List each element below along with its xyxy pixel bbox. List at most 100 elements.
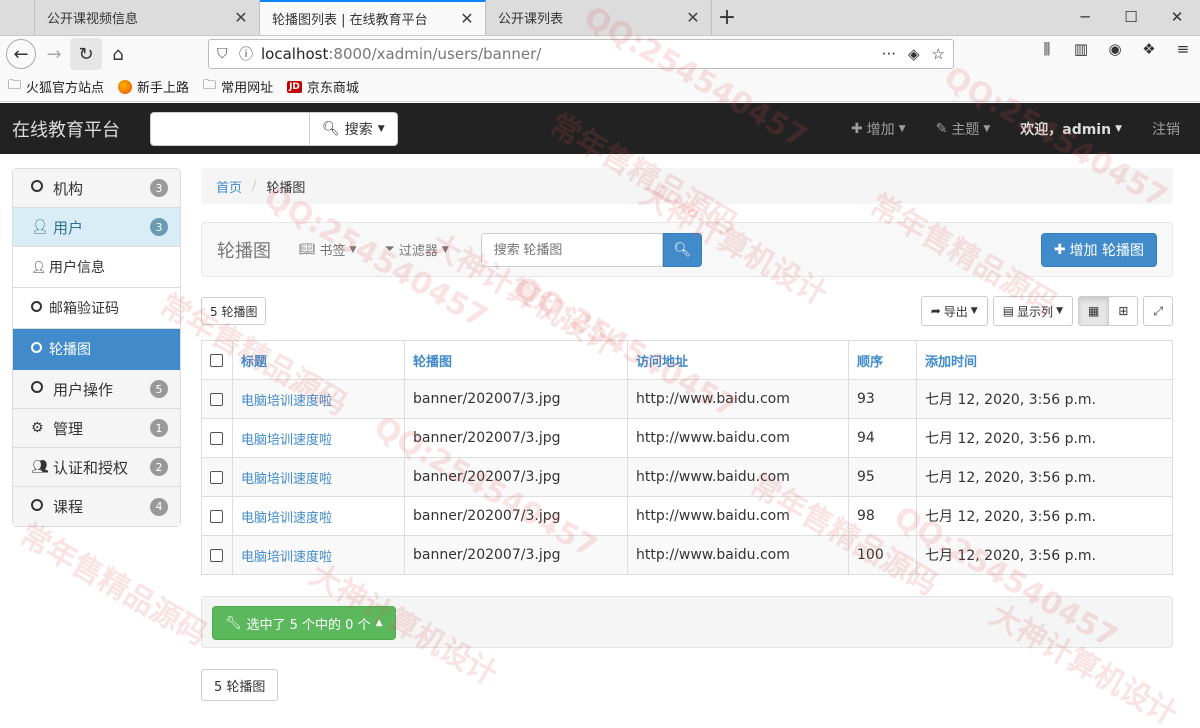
more-actions-icon[interactable]: ··· <box>882 45 896 63</box>
banner-index-cell: 95 <box>848 457 917 497</box>
banner-added-cell: 七月 12, 2020, 3:56 p.m. <box>916 535 1173 575</box>
bookmark-firefox-site[interactable]: 🗀 火狐官方站点 <box>8 76 104 98</box>
new-tab-plus-icon[interactable]: + <box>712 0 742 35</box>
bookmark-common-sites[interactable]: 🗀 常用网址 <box>203 76 273 98</box>
sidebar-item-users[interactable]: 👤︎ 用户 3 <box>13 208 180 247</box>
close-window-icon[interactable]: ✕ <box>1154 0 1200 34</box>
export-button[interactable]: ➦ 导出 ▼ <box>920 296 988 326</box>
browser-tab[interactable]: 公开课视频信息 ✕ <box>34 0 260 35</box>
close-icon[interactable]: ✕ <box>233 8 249 27</box>
sidebar-item-organization[interactable]: 机构 3 <box>13 169 180 208</box>
banner-title-link[interactable]: 电脑培训速度啦 <box>232 535 405 575</box>
sidebar-item-banner[interactable]: 轮播图 <box>13 329 180 370</box>
list-alt-icon: ▤ <box>1002 304 1015 318</box>
bookmarks-dropdown[interactable]: 📖︎ 书签 ▼ <box>299 240 356 259</box>
browser-tab-active[interactable]: 轮播图列表 | 在线教育平台 ✕ <box>260 0 486 35</box>
star-bookmark-icon[interactable]: ☆ <box>932 45 945 63</box>
columns-label: 显示列 <box>1017 304 1054 319</box>
user-icon: 👤︎ <box>31 260 47 274</box>
sidebar-item-admin[interactable]: ⚙ 管理 1 <box>13 409 180 448</box>
brand-title[interactable]: 在线教育平台 <box>0 116 150 142</box>
bookmark-jd[interactable]: JD 京东商城 <box>287 77 359 96</box>
list-search-input[interactable] <box>480 232 663 267</box>
fullscreen-icon[interactable]: ⤢ <box>1143 296 1173 326</box>
bulk-actions-button[interactable]: 🔧︎ 选中了 5 个中的 0 个 ▲ <box>212 606 396 640</box>
tab-title: 公开课列表 <box>498 12 564 27</box>
minimize-icon[interactable]: ─ <box>1062 0 1108 34</box>
sidebar-item-email-verify[interactable]: 邮箱验证码 <box>13 288 180 329</box>
select-all-checkbox[interactable] <box>210 353 223 367</box>
sidebar-item-user-actions[interactable]: 用户操作 5 <box>13 370 180 409</box>
reload-icon[interactable]: ↻ <box>70 38 102 70</box>
theme-menu[interactable]: ✎ 主题 ▼ <box>936 119 991 139</box>
filters-dropdown[interactable]: ⏷ 过滤器 ▼ <box>384 240 448 259</box>
back-arrow-icon[interactable]: ← <box>6 39 36 69</box>
home-icon[interactable]: ⌂ <box>102 38 134 70</box>
layout-toggle: ▦ ⊞ <box>1077 296 1139 326</box>
column-header[interactable]: 添加时间 <box>916 340 1173 380</box>
search-submit-button[interactable]: 🔍︎ <box>662 232 702 267</box>
browser-navbar: ← → ↻ ⌂ ⛉ ⓘ localhost:8000/xadmin/users/… <box>0 36 1200 72</box>
global-search-input[interactable] <box>150 111 310 146</box>
column-header[interactable]: 轮播图 <box>404 340 628 380</box>
sidebar-item-label: 用户操作 <box>53 380 114 399</box>
sidebar-item-courses[interactable]: 课程 4 <box>13 487 180 526</box>
banner-title-link[interactable]: 电脑培训速度啦 <box>232 418 405 458</box>
row-select-cell <box>201 457 233 497</box>
extensions-icon[interactable]: ❖ <box>1138 40 1160 58</box>
row-checkbox[interactable] <box>210 392 223 406</box>
circle-icon <box>31 180 53 196</box>
banner-added-cell: 七月 12, 2020, 3:56 p.m. <box>916 379 1173 419</box>
banner-url-cell: http://www.baidu.com <box>627 535 849 575</box>
pocket-icon[interactable]: ◈ <box>908 45 920 63</box>
sidebar-item-user-info[interactable]: 👤︎ 用户信息 <box>13 247 180 288</box>
banner-title-link[interactable]: 电脑培训速度啦 <box>232 496 405 536</box>
logout-link[interactable]: 注销 <box>1152 119 1180 139</box>
add-menu[interactable]: ✚ 增加 ▼ <box>851 119 906 139</box>
count-badge: 5 <box>150 380 168 398</box>
result-count-top[interactable]: 5 轮播图 <box>201 297 267 325</box>
close-icon[interactable]: ✕ <box>459 9 475 28</box>
welcome-label: 欢迎，admin <box>1020 121 1112 138</box>
row-checkbox[interactable] <box>210 470 223 484</box>
app-menu: ✚ 增加 ▼ ✎ 主题 ▼ 欢迎，admin ▼ 注销 <box>851 103 1180 154</box>
bookmark-getting-started[interactable]: 新手上路 <box>118 77 189 96</box>
library-icon[interactable]: ⫼ <box>1036 40 1058 58</box>
toolbar-right: ⫼ ▥ ◉ ❖ ≡ <box>1036 40 1194 58</box>
users-group-icon: 👥︎ <box>31 459 49 475</box>
sidebar-toggle-icon[interactable]: ▥ <box>1070 40 1092 58</box>
caret-down-icon: ▼ <box>1056 306 1063 316</box>
result-count-bottom[interactable]: 5 轮播图 <box>201 669 279 701</box>
user-menu[interactable]: 欢迎，admin ▼ <box>1020 119 1122 139</box>
plus-icon: ✚ <box>1053 242 1066 258</box>
shield-icon[interactable]: ⛉ <box>217 46 239 62</box>
add-banner-button[interactable]: ✚ 增加 轮播图 <box>1040 233 1157 267</box>
menu-icon[interactable]: ≡ <box>1172 40 1194 58</box>
bookmarks-bar: 🗀 火狐官方站点 新手上路 🗀 常用网址 JD 京东商城 <box>0 72 1200 102</box>
banner-title-link[interactable]: 电脑培训速度啦 <box>232 379 405 419</box>
columns-button[interactable]: ▤ 显示列 ▼ <box>992 296 1073 326</box>
account-icon[interactable]: ◉ <box>1104 40 1126 58</box>
browser-tab[interactable]: 公开课列表 ✕ <box>486 0 712 35</box>
table-row: 电脑培训速度啦 banner/202007/3.jpg http://www.b… <box>201 418 1173 458</box>
banner-url-cell: http://www.baidu.com <box>627 379 849 419</box>
tab-title: 轮播图列表 | 在线教育平台 <box>272 13 428 28</box>
banner-title-link[interactable]: 电脑培训速度啦 <box>232 457 405 497</box>
address-bar[interactable]: ⛉ ⓘ localhost:8000/xadmin/users/banner/ … <box>208 39 954 69</box>
info-icon[interactable]: ⓘ <box>239 44 261 64</box>
search-button[interactable]: 🔍︎ 搜索 ▼ <box>310 111 398 146</box>
row-checkbox[interactable] <box>210 509 223 523</box>
forward-arrow-icon[interactable]: → <box>38 38 70 70</box>
sidebar-item-auth[interactable]: 👥︎ 认证和授权 2 <box>13 448 180 487</box>
row-checkbox[interactable] <box>210 431 223 445</box>
column-header[interactable]: 顺序 <box>848 340 917 380</box>
breadcrumb-home-link[interactable]: 首页 <box>216 177 242 196</box>
close-icon[interactable]: ✕ <box>685 8 701 27</box>
row-select-cell <box>201 379 233 419</box>
grid-small-icon[interactable]: ⊞ <box>1109 296 1139 326</box>
maximize-icon[interactable]: ☐ <box>1108 0 1154 34</box>
column-header[interactable]: 标题 <box>232 340 405 380</box>
column-header[interactable]: 访问地址 <box>627 340 849 380</box>
grid-large-icon[interactable]: ▦ <box>1077 296 1110 326</box>
row-checkbox[interactable] <box>210 548 223 562</box>
